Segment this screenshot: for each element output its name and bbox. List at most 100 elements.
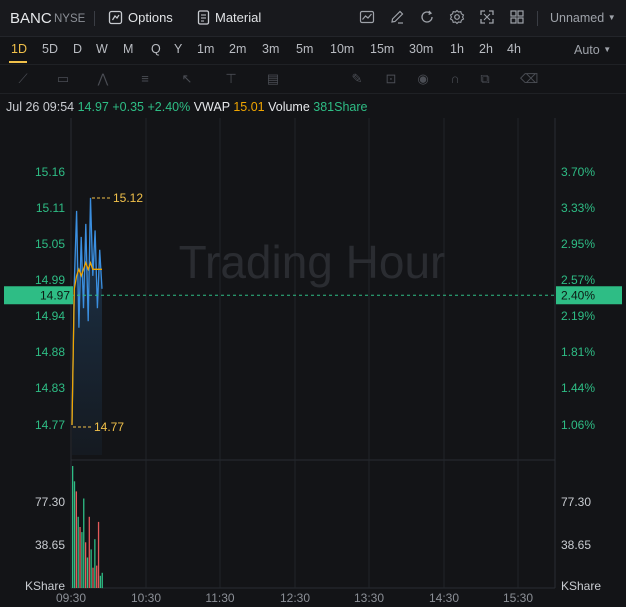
timeframe-Q[interactable]: Q xyxy=(151,42,161,56)
quote-price: 14.97 xyxy=(77,100,109,114)
volume-bar xyxy=(79,527,81,588)
volume-bar xyxy=(77,516,79,588)
price-tick-label: 14.77 xyxy=(35,418,65,432)
pct-tick-label: 2.57% xyxy=(561,273,595,287)
time-tick-label: 11:30 xyxy=(205,591,234,605)
material-icon xyxy=(197,10,210,25)
current-pct-value: 2.40% xyxy=(561,288,595,302)
fullscreen-icon[interactable] xyxy=(478,9,496,27)
volume-bar xyxy=(75,491,77,588)
timeframe-D[interactable]: D xyxy=(73,42,82,56)
lock-icon[interactable]: ⊡ xyxy=(382,70,400,88)
price-tick-label: 15.16 xyxy=(35,165,65,179)
chevron-down-icon: ▼ xyxy=(607,13,616,22)
scale-mode-dropdown[interactable]: Auto ▼ xyxy=(574,43,611,57)
volume-bar xyxy=(73,481,76,589)
time-tick-label: 10:30 xyxy=(131,591,161,605)
layout-grid-icon[interactable] xyxy=(508,9,526,27)
timeframe-4h[interactable]: 4h xyxy=(507,42,521,56)
price-tick-label: 15.11 xyxy=(36,201,65,215)
pen-tool-icon[interactable]: ✎ xyxy=(348,70,366,88)
volume-bar xyxy=(72,466,74,588)
volume-bar xyxy=(88,516,90,588)
watermark: Trading Hour xyxy=(179,236,446,288)
layout-name: Unnamed xyxy=(550,11,605,25)
line-tool-icon[interactable]: ⟋ xyxy=(14,70,32,88)
magnet-icon[interactable]: ∩ xyxy=(446,70,464,88)
options-button[interactable]: Options xyxy=(108,10,173,25)
volume-tick-label: 38.65 xyxy=(35,538,65,552)
pct-tick-label: 3.33% xyxy=(561,201,595,215)
scale-mode: Auto xyxy=(574,43,600,57)
arrow-tool-icon[interactable]: ↖ xyxy=(178,70,196,88)
timeframe-1m[interactable]: 1m xyxy=(197,42,214,56)
current-price-value: 14.97 xyxy=(40,288,70,302)
time-tick-label: 09:30 xyxy=(56,591,86,605)
volume-tick-label: 77.30 xyxy=(35,495,65,509)
pct-tick-label: 3.70% xyxy=(561,165,595,179)
fib-tool-icon[interactable]: ≡ xyxy=(136,70,154,88)
group-icon[interactable]: ⧉ xyxy=(476,70,494,88)
price-tick-label: 14.99 xyxy=(35,273,65,287)
note-tool-icon[interactable]: ▤ xyxy=(264,70,282,88)
text-tool-icon[interactable]: ⊤ xyxy=(222,70,240,88)
high-marker-label: 15.12 xyxy=(113,191,143,205)
settings-icon[interactable] xyxy=(448,9,466,27)
divider xyxy=(537,11,538,26)
timeframe-1h[interactable]: 1h xyxy=(450,42,464,56)
volume-tick-label-right: 38.65 xyxy=(561,538,591,552)
timeframe-Y[interactable]: Y xyxy=(174,42,182,56)
volume-unit-label: KShare xyxy=(25,579,65,593)
volume-bar xyxy=(84,542,87,589)
volume-bar xyxy=(86,557,89,588)
quote-change: +0.35 xyxy=(112,100,144,114)
options-icon xyxy=(108,10,123,25)
price-tick-label: 14.94 xyxy=(35,309,65,323)
timeframe-15m[interactable]: 15m xyxy=(370,42,394,56)
pct-tick-label: 1.81% xyxy=(561,345,595,359)
timeframe-2m[interactable]: 2m xyxy=(229,42,246,56)
exchange-label: NYSE xyxy=(54,13,86,25)
layout-name-dropdown[interactable]: Unnamed ▼ xyxy=(550,11,616,25)
quote-info: Jul 26 09:54 14.97 +0.35 +2.40% VWAP 15.… xyxy=(6,100,368,114)
quote-change-pct: +2.40% xyxy=(147,100,191,114)
timeframe-5D[interactable]: 5D xyxy=(42,42,58,56)
volume-bar xyxy=(81,532,83,588)
intraday-chart[interactable]: Trading Hour 09:30 10:30 11:30 12:30 13:30 14… xyxy=(0,118,626,607)
chart-grid xyxy=(70,118,556,589)
timeframe-M[interactable]: M xyxy=(123,42,133,56)
timeframe-1D[interactable]: 1D xyxy=(11,42,27,56)
refresh-icon[interactable] xyxy=(418,9,436,27)
pattern-tool-icon[interactable]: ⋀ xyxy=(94,70,112,88)
timeframe-W[interactable]: W xyxy=(96,42,108,56)
volume-bar xyxy=(90,549,92,588)
volume-bar xyxy=(97,521,100,588)
timeframe-2h[interactable]: 2h xyxy=(479,42,493,56)
timeframe-bar: Auto ▼ 1D 5D D W M Q Y 1m 2m 3m 5m 10m 15m 30m 1h 2h 4h xyxy=(0,37,626,63)
vwap-value: 15.01 xyxy=(233,100,265,114)
divider xyxy=(94,11,95,26)
quote-time: Jul 26 09:54 xyxy=(6,100,75,114)
timeframe-3m[interactable]: 3m xyxy=(262,42,279,56)
price-tick-label: 15.05 xyxy=(35,237,65,251)
material-label: Material xyxy=(215,10,262,25)
chevron-down-icon: ▼ xyxy=(603,45,612,54)
trash-icon[interactable]: ⌫ xyxy=(520,70,538,88)
time-tick-label: 14:30 xyxy=(429,591,459,605)
eye-icon[interactable]: ◉ xyxy=(414,70,432,88)
rect-tool-icon[interactable]: ▭ xyxy=(54,70,72,88)
volume-value: 381Share xyxy=(313,100,368,114)
volume-bar xyxy=(92,567,94,588)
vwap-label: VWAP xyxy=(193,100,230,114)
timeframe-5m[interactable]: 5m xyxy=(296,42,313,56)
material-button[interactable]: Material xyxy=(197,10,261,25)
timeframe-10m[interactable]: 10m xyxy=(330,42,354,56)
draw-icon[interactable] xyxy=(388,9,406,27)
timeframe-30m[interactable]: 30m xyxy=(409,42,433,56)
pct-tick-label: 2.19% xyxy=(561,309,595,323)
time-tick-label: 13:30 xyxy=(354,591,384,605)
volume-bar xyxy=(94,539,96,588)
symbol-label[interactable]: BANC xyxy=(10,10,52,27)
chart-type-icon[interactable] xyxy=(358,9,376,27)
volume-bar xyxy=(99,575,102,588)
